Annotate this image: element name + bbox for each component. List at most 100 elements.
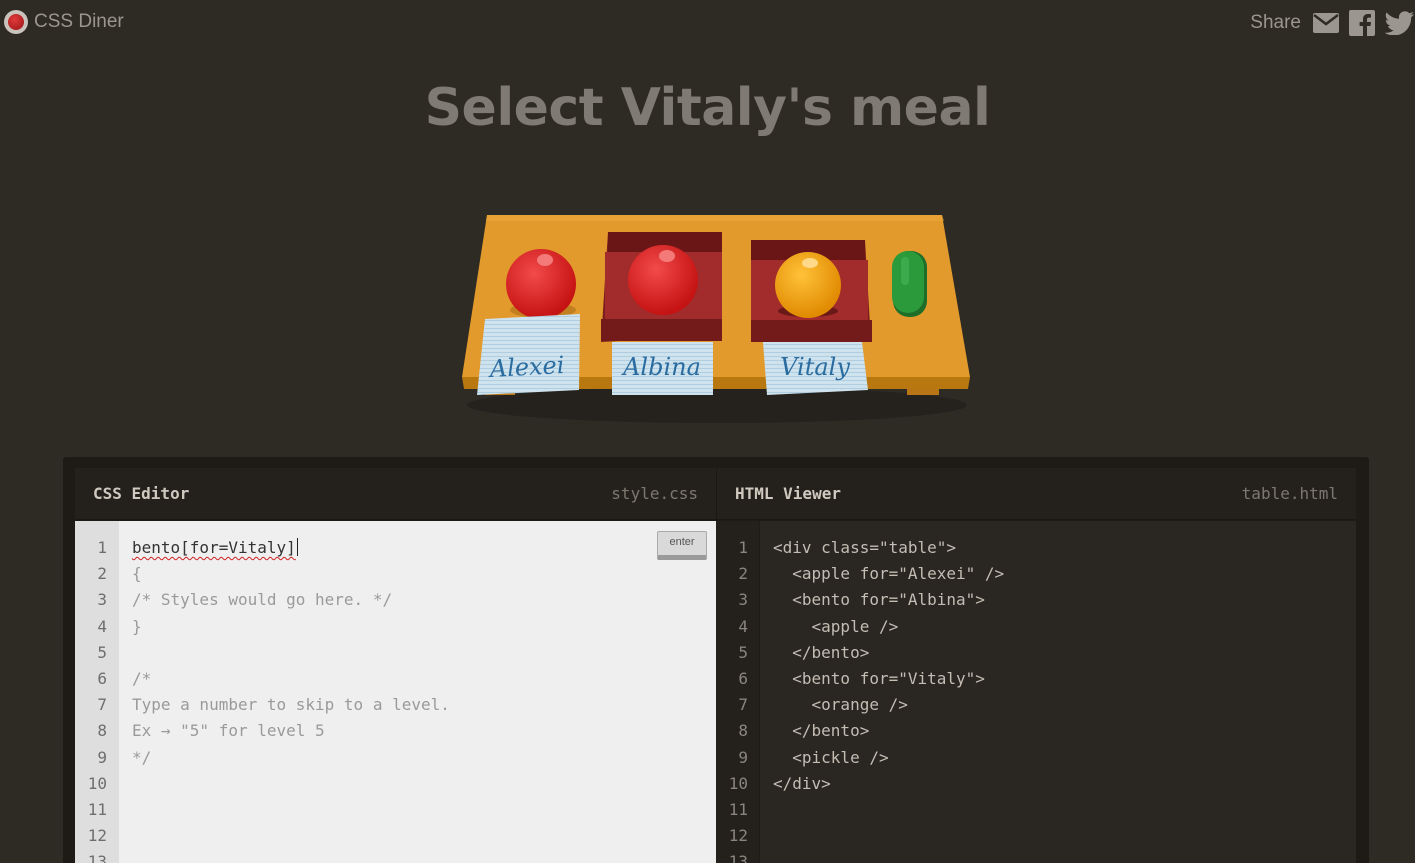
css-line-text [119,823,132,849]
text-caret [296,538,298,556]
nametag-albina: Albina [612,342,713,395]
html-line-text [760,823,773,849]
nametag-alexei-label: Alexei [487,351,565,383]
css-line[interactable]: 11 [75,797,450,823]
css-line-text: { [132,564,142,584]
line-number: 9 [97,747,107,767]
html-line: 1 <div class="table"> [716,535,1004,561]
html-line-text: <pickle /> [773,747,889,767]
css-line[interactable]: 1 bento[for=Vitaly] [75,535,450,561]
apple-alexei [506,249,576,319]
nametag-vitaly-label: Vitaly [780,353,850,381]
html-viewer: 1 <div class="table"> 2 <apple for="Alexei… [716,521,1356,863]
css-selector-input[interactable]: bento[for=Vitaly] [119,535,298,561]
html-line: 5 </bento> [716,640,1004,666]
line-number: 9 [738,747,748,767]
line-number: 11 [728,800,748,820]
line-number: 13 [87,852,107,863]
dinner-table: Alexei Albina Vitaly [462,215,970,423]
line-number: 8 [738,721,748,741]
html-line: 4 <apple /> [716,614,1004,640]
line-number: 11 [87,800,107,820]
line-number: 10 [87,773,107,793]
html-line-text: <apple for="Alexei" /> [773,564,1005,584]
css-line-text [119,771,132,797]
line-number: 12 [728,826,748,846]
mail-icon[interactable] [1313,13,1339,33]
html-line-text: <apple /> [773,616,899,636]
css-line[interactable]: 9 */ [75,745,450,771]
css-line[interactable]: 2{ [75,561,450,587]
share-label: Share [1250,12,1301,33]
html-line: 8 </bento> [716,718,1004,744]
css-line-text: /* Styles would go here. */ [132,590,393,610]
html-file-name: table.html [1241,484,1338,503]
css-line-text: /* [132,669,152,689]
html-line-text: </div> [773,773,831,793]
html-line-text: <orange /> [773,695,908,715]
bento-albina [601,232,722,342]
css-line[interactable]: 8 Ex → "5" for level 5 [75,718,450,744]
line-number: 7 [738,695,748,715]
nametag-alexei: Alexei [477,314,580,395]
css-line[interactable]: 12 [75,823,450,849]
html-line-text [760,849,773,863]
html-line-text: <bento for="Vitaly"> [773,669,985,689]
line-number: 8 [97,721,107,741]
html-line-text: </bento> [773,642,870,662]
line-number: 4 [97,616,107,636]
enter-button[interactable]: enter [657,531,707,560]
css-line[interactable]: 6 /* [75,666,450,692]
html-line: 12 [716,823,1004,849]
bento-vitaly [751,240,872,342]
html-viewer-title: HTML Viewer [735,484,841,503]
html-line: 7 <orange /> [716,692,1004,718]
html-line: 2 <apple for="Alexei" /> [716,561,1004,587]
css-line-text: Type a number to skip to a level. [132,695,450,715]
line-number: 5 [97,642,107,662]
line-number: 10 [728,773,748,793]
nametag-vitaly: Vitaly [763,342,868,395]
css-diner-logo-icon [4,10,28,34]
html-line-text: </bento> [773,721,870,741]
html-line-text [760,797,773,823]
html-code-lines: 1 <div class="table"> 2 <apple for="Alexei… [716,535,1004,863]
html-viewer-header: HTML Viewer table.html [716,468,1356,520]
css-line[interactable]: 4} [75,614,450,640]
css-code-lines: 1 bento[for=Vitaly] 2{ 3 /* Styles would g… [75,535,450,863]
css-file-name: style.css [611,484,698,503]
app-name: CSS Diner [34,11,124,32]
css-editor-title: CSS Editor [93,484,190,503]
line-number: 6 [97,669,107,689]
css-line-text: } [132,616,142,636]
line-number: 1 [738,538,748,557]
css-line[interactable]: 5 [75,640,450,666]
html-line: 3 <bento for="Albina"> [716,587,1004,613]
facebook-icon[interactable] [1349,10,1375,36]
css-editor-header: CSS Editor style.css [75,468,716,520]
css-input-value[interactable]: bento[for=Vitaly] [132,538,296,557]
css-line[interactable]: 13 [75,849,450,863]
css-editor[interactable]: 1 bento[for=Vitaly] 2{ 3 /* Styles would g… [75,521,716,863]
css-line-text [119,640,132,666]
line-number: 12 [87,826,107,846]
css-line[interactable]: 7 Type a number to skip to a level. [75,692,450,718]
css-line-text [119,849,132,863]
level-instruction: Select Vitaly's meal [424,78,991,138]
brand[interactable]: CSS Diner [4,10,124,34]
line-number: 1 [97,538,107,557]
css-line-text: */ [132,747,152,767]
css-line[interactable]: 10 [75,771,450,797]
css-line[interactable]: 3 /* Styles would go here. */ [75,587,450,613]
nametag-albina-label: Albina [621,353,701,381]
html-line: 10 </div> [716,771,1004,797]
line-number: 2 [738,564,748,584]
html-line-text: <div class="table"> [773,538,957,557]
line-number: 13 [728,852,748,863]
twitter-icon[interactable] [1385,11,1415,35]
line-number: 3 [97,590,107,610]
line-number: 3 [738,590,748,610]
css-line-text [119,797,132,823]
line-number: 5 [738,642,748,662]
html-line-text: <bento for="Albina"> [773,590,985,610]
